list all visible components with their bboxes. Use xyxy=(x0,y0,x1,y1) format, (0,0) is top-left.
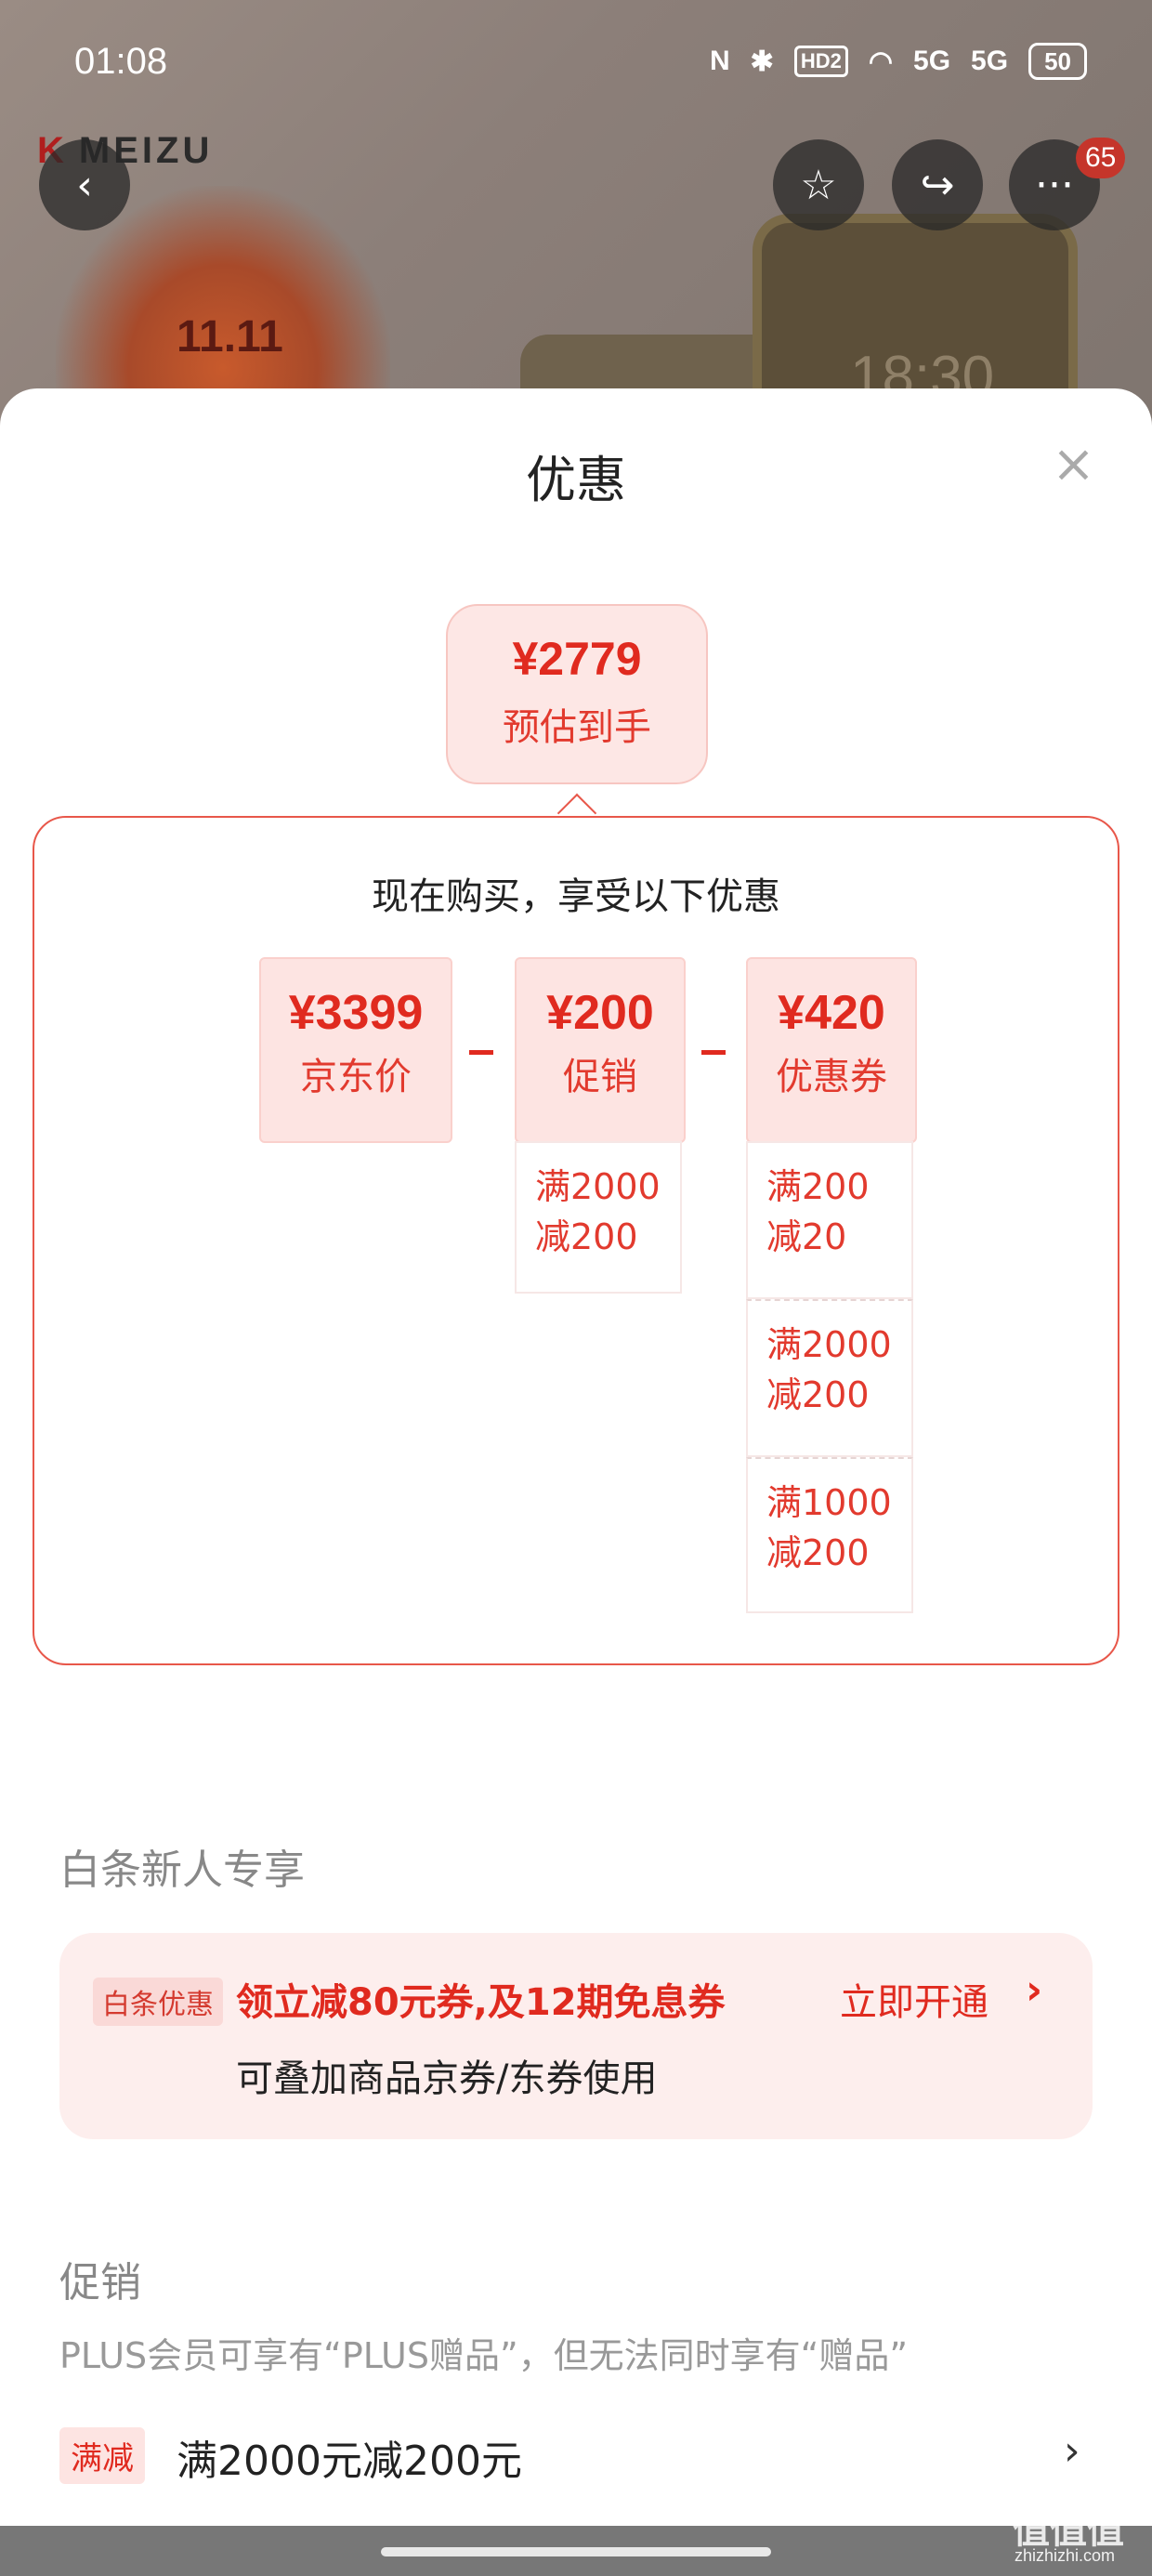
promotion-label: 促销 xyxy=(563,1056,637,1098)
navigation-bar xyxy=(0,2526,1152,2576)
bluetooth-icon: ✱ xyxy=(750,46,774,77)
estimated-price-label: 预估到手 xyxy=(503,706,651,749)
nfc-icon: N xyxy=(710,46,730,76)
minus-sign-2 xyxy=(701,1050,726,1055)
promotion-tile: ¥200 促销 xyxy=(515,957,686,1143)
status-bar: 01:08 N ✱ HD2 ◠ 5G 5G 50 xyxy=(0,0,1152,139)
more-icon: ··· xyxy=(1035,161,1074,209)
status-icons: N ✱ HD2 ◠ 5G 5G 50 xyxy=(710,43,1087,80)
sheet-title: 优惠 xyxy=(526,451,626,509)
signal-5g-icon-2: 5G xyxy=(971,46,1009,76)
coupon-item: 满1000 减200 xyxy=(746,1457,913,1613)
baitiao-offer-text: 领立减80元券,及12期免息券 xyxy=(236,1981,726,2024)
signal-5g-icon: 5G xyxy=(913,46,951,76)
activate-now-button[interactable]: 立即开通 xyxy=(840,1972,988,2026)
baitiao-tag: 白条优惠 xyxy=(93,1978,223,2026)
event-logo: 11.11 xyxy=(177,312,283,361)
message-count-badge: 65 xyxy=(1076,138,1126,178)
hd-voice-icon: HD2 xyxy=(793,46,848,77)
discount-breakdown-panel: 现在购买，享受以下优惠 ¥3399 京东价 ¥200 促销 满2000 减200… xyxy=(33,816,1119,1665)
watermark-url: zhizhizhi.com xyxy=(1015,2546,1116,2565)
jd-price-tile: ¥3399 京东价 xyxy=(259,957,452,1143)
chevron-right-icon: › xyxy=(1026,1966,1043,2014)
close-button[interactable]: × xyxy=(1052,439,1095,491)
home-indicator[interactable] xyxy=(381,2547,771,2556)
chevron-right-icon[interactable]: › xyxy=(1064,2427,1080,2475)
promotion-section-title: 促销 xyxy=(59,2259,141,2307)
coupon-item: 满2000 减200 xyxy=(746,1299,913,1457)
wifi-icon: ◠ xyxy=(868,46,894,77)
star-icon: ☆ xyxy=(800,161,837,209)
baitiao-offer-subtext: 可叠加商品京券/东券使用 xyxy=(236,2057,658,2100)
favorite-button[interactable]: ☆ xyxy=(773,139,864,230)
full-reduction-text[interactable]: 满2000元减200元 xyxy=(177,2427,522,2487)
close-icon: × xyxy=(1052,434,1095,494)
jd-price-label: 京东价 xyxy=(300,1056,412,1098)
promotion-note: PLUS会员可享有“PLUS赠品”，但无法同时享有“赠品” xyxy=(59,2335,909,2376)
status-time: 01:08 xyxy=(74,41,168,82)
jd-price-value: ¥3399 xyxy=(288,986,424,1040)
promotion-item: 满2000 减200 xyxy=(515,1141,682,1294)
coupon-label: 优惠券 xyxy=(776,1056,887,1098)
baitiao-offer-card[interactable]: 白条优惠 领立减80元券,及12期免息券 可叠加商品京券/东券使用 立即开通 › xyxy=(59,1933,1093,2139)
panel-heading: 现在购买，享受以下优惠 xyxy=(372,875,780,918)
share-icon: ↪ xyxy=(920,161,955,209)
full-reduction-tag: 满减 xyxy=(59,2427,145,2484)
back-icon: ‹ xyxy=(76,161,93,209)
battery-icon: 50 xyxy=(1028,43,1087,80)
coupon-value: ¥420 xyxy=(778,986,885,1040)
back-button[interactable]: ‹ xyxy=(39,139,130,230)
promotion-value: ¥200 xyxy=(546,986,654,1040)
coupon-item: 满200 减20 xyxy=(746,1141,913,1299)
estimated-price-box: ¥2779 预估到手 xyxy=(446,604,708,784)
estimated-price: ¥2779 xyxy=(512,633,642,685)
baitiao-section-title: 白条新人专享 xyxy=(59,1847,305,1894)
coupon-tile: ¥420 优惠券 xyxy=(746,957,917,1143)
share-button[interactable]: ↪ xyxy=(892,139,983,230)
discount-sheet: 优惠 × ¥2779 预估到手 现在购买，享受以下优惠 ¥3399 京东价 ¥2… xyxy=(0,388,1152,2576)
minus-sign-1 xyxy=(469,1050,493,1055)
